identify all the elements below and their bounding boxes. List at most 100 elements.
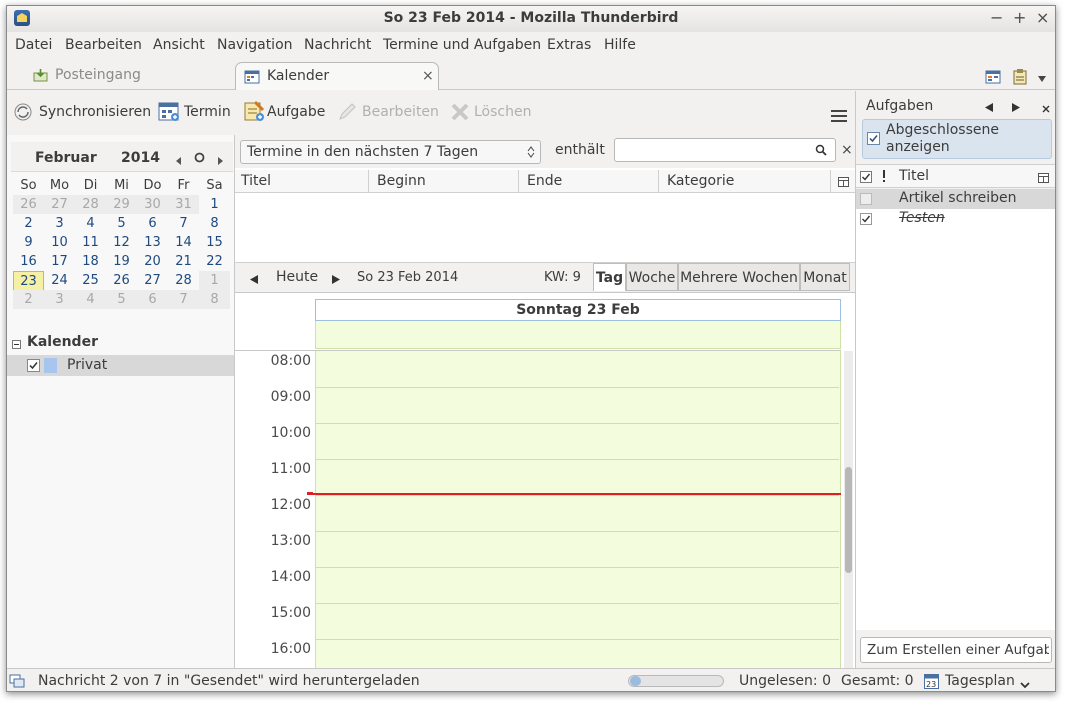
mini-calendar-day[interactable]: 26 [106, 271, 137, 290]
mini-calendar-day[interactable]: 21 [168, 252, 199, 271]
mini-calendar-day[interactable]: 11 [75, 233, 106, 252]
mini-calendar-day[interactable]: 6 [137, 290, 168, 309]
mini-calendar-day[interactable]: 2 [13, 214, 44, 233]
mini-calendar-day[interactable]: 3 [44, 290, 75, 309]
mini-calendar-day[interactable]: 6 [137, 214, 168, 233]
search-field[interactable] [614, 138, 836, 162]
task-title-column[interactable]: Titel [899, 168, 929, 184]
task-row[interactable]: Artikel schreiben [856, 189, 1055, 209]
mini-calendar-day[interactable]: 15 [199, 233, 230, 252]
show-completed-checkbox[interactable] [867, 132, 880, 145]
search-icon[interactable] [815, 144, 827, 156]
mini-calendar-day[interactable]: 16 [13, 252, 44, 271]
priority-column-icon[interactable] [881, 170, 887, 183]
task-checkbox[interactable] [860, 213, 872, 225]
mini-calendar-day[interactable]: 18 [75, 252, 106, 271]
mini-calendar-day[interactable]: 20 [137, 252, 168, 271]
next-month-icon[interactable] [218, 154, 224, 165]
day-header[interactable]: Sonntag 23 Feb [315, 299, 841, 321]
maximize-button[interactable]: + [1013, 8, 1026, 27]
today-pane-mode[interactable]: Tagesplan [945, 673, 1015, 689]
mini-calendar-day[interactable]: 22 [199, 252, 230, 271]
mini-calendar-day[interactable]: 9 [13, 233, 44, 252]
view-tab-tag[interactable]: Tag [593, 263, 626, 291]
vertical-scrollbar[interactable] [844, 351, 853, 669]
scrollbar-thumb[interactable] [845, 467, 852, 573]
column-beginn[interactable]: Beginn [369, 170, 519, 192]
today-pane-toggle-icon[interactable] [985, 70, 1001, 84]
search-input[interactable] [617, 141, 807, 159]
next-day-icon[interactable] [332, 273, 341, 284]
mini-calendar-day[interactable]: 26 [13, 195, 44, 214]
today-pane-chevron-down-icon[interactable] [1020, 678, 1030, 689]
menu-extras[interactable]: Extras [547, 37, 591, 53]
menu-datei[interactable]: Datei [15, 37, 52, 53]
mini-calendar-day[interactable]: 5 [106, 214, 137, 233]
mini-calendar-day[interactable]: 3 [44, 214, 75, 233]
menu-termine-und-aufgaben[interactable]: Termine und Aufgaben [383, 37, 541, 53]
menu-navigation[interactable]: Navigation [217, 37, 293, 53]
new-task-field[interactable]: Zum Erstellen einer Aufgab [860, 637, 1052, 663]
completed-column-icon[interactable] [860, 171, 872, 183]
column-picker-icon[interactable] [838, 176, 849, 187]
offline-status-icon[interactable] [9, 674, 25, 688]
mini-calendar-day[interactable]: 4 [75, 214, 106, 233]
mini-calendar-day[interactable]: 7 [168, 214, 199, 233]
mini-calendar-day[interactable]: 12 [106, 233, 137, 252]
mini-calendar-day[interactable]: 27 [44, 195, 75, 214]
view-tab-monat[interactable]: Monat [800, 263, 850, 291]
previous-day-icon[interactable] [250, 273, 259, 284]
column-kategorie[interactable]: Kategorie [659, 170, 831, 192]
task-checkbox[interactable] [860, 193, 872, 205]
day-grid[interactable] [315, 351, 841, 669]
mini-calendar-day[interactable]: 1 [199, 195, 230, 214]
mini-calendar-day[interactable]: 13 [137, 233, 168, 252]
mini-calendar-day[interactable]: 8 [199, 214, 230, 233]
today-button[interactable]: Heute [276, 269, 318, 285]
menu-hilfe[interactable]: Hilfe [604, 37, 636, 53]
minimize-button[interactable]: − [990, 8, 1003, 27]
mini-calendar-day[interactable]: 29 [106, 195, 137, 214]
mini-calendar-day[interactable]: 8 [199, 290, 230, 309]
collapse-icon[interactable] [12, 338, 21, 349]
mini-calendar-day[interactable]: 23 [13, 271, 44, 292]
mini-calendar-day[interactable]: 5 [106, 290, 137, 309]
close-window-button[interactable]: × [1036, 8, 1049, 27]
menu-nachricht[interactable]: Nachricht [304, 37, 371, 53]
event-range-select[interactable]: Termine in den nächsten 7 Tagen [240, 140, 541, 164]
mini-calendar-day[interactable]: 7 [168, 290, 199, 309]
tab-kalender[interactable]: Kalender × [235, 62, 439, 90]
tasks-toggle-icon[interactable] [1013, 69, 1027, 85]
column-titel[interactable]: Titel [235, 170, 369, 192]
tasks-close-icon[interactable] [1042, 102, 1050, 113]
mini-calendar-day[interactable]: 25 [75, 271, 106, 290]
mini-calendar-day[interactable]: 1 [199, 271, 230, 290]
mini-calendar-day[interactable]: 17 [44, 252, 75, 271]
tab-posteingang[interactable]: Posteingang [27, 62, 227, 90]
task-row[interactable]: Testen [856, 209, 1055, 229]
task-column-picker-icon[interactable] [1038, 172, 1049, 183]
tab-menu-chevron-down-icon[interactable] [1037, 72, 1047, 82]
mini-calendar-day[interactable]: 28 [75, 195, 106, 214]
mini-calendar-day[interactable]: 30 [137, 195, 168, 214]
mini-calendar-month[interactable]: Februar [35, 150, 97, 166]
mini-calendar-day[interactable]: 4 [75, 290, 106, 309]
mini-calendar-day[interactable]: 10 [44, 233, 75, 252]
mini-calendar-day[interactable]: 14 [168, 233, 199, 252]
menu-ansicht[interactable]: Ansicht [153, 37, 205, 53]
hamburger-menu-icon[interactable] [831, 109, 847, 123]
mini-calendar-day[interactable]: 31 [168, 195, 199, 214]
mini-calendar-day[interactable]: 24 [44, 271, 75, 290]
current-month-icon[interactable] [194, 152, 205, 163]
mini-calendar-day[interactable]: 2 [13, 290, 44, 309]
view-tab-mehrere-wochen[interactable]: Mehrere Wochen [678, 263, 800, 291]
all-day-area[interactable] [315, 321, 841, 349]
close-filter-button[interactable]: × [841, 142, 853, 158]
tasks-prev-icon[interactable] [985, 101, 993, 112]
tasks-next-icon[interactable] [1012, 101, 1020, 112]
mini-calendar-day[interactable]: 19 [106, 252, 137, 271]
mini-calendar-day[interactable]: 27 [137, 271, 168, 290]
mini-calendar-day[interactable]: 28 [168, 271, 199, 290]
show-completed-toggle[interactable]: Abgeschlossene anzeigen [862, 119, 1052, 159]
menu-bearbeiten[interactable]: Bearbeiten [65, 37, 142, 53]
